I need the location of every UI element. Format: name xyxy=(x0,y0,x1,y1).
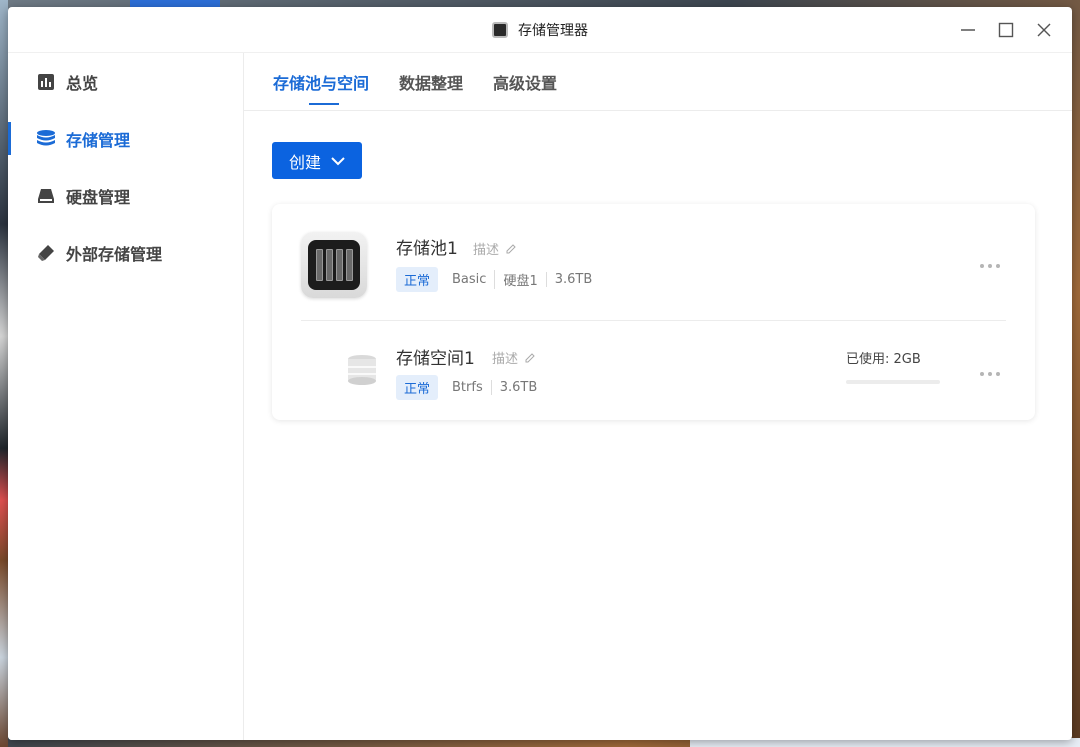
space-description-label: 描述 xyxy=(492,352,519,367)
space-more-button[interactable] xyxy=(980,368,1004,380)
window-title-group: 存储管理器 xyxy=(492,20,588,40)
edit-icon xyxy=(525,352,535,362)
close-button[interactable] xyxy=(1034,17,1054,43)
tab-defragment[interactable]: 数据整理 xyxy=(399,53,463,111)
divider xyxy=(301,320,1006,321)
sidebar: 总览 存储管理 硬盘管理 外部存储管理 xyxy=(8,53,244,740)
storage-pool-card: 存储池1 描述 正常 Basic 硬盘1 3.6TB 存储空间1 描述 正常 B… xyxy=(272,204,1035,420)
storage-space-icon xyxy=(346,354,378,386)
space-meta: 正常 Btrfs 3.6TB xyxy=(396,375,545,400)
pool-description-edit[interactable]: 描述 xyxy=(473,239,517,258)
tab-bar: 存储池与空间 数据整理 高级设置 xyxy=(244,53,1072,111)
edit-icon xyxy=(506,243,516,253)
maximize-button[interactable] xyxy=(996,17,1016,43)
sidebar-item-storage[interactable]: 存储管理 xyxy=(8,110,243,167)
sidebar-item-label: 总览 xyxy=(66,73,99,93)
chart-icon xyxy=(36,72,56,92)
status-badge: 正常 xyxy=(396,375,439,400)
tab-pools-and-spaces[interactable]: 存储池与空间 xyxy=(273,53,369,111)
space-usage-label: 已使用: 2GB xyxy=(846,352,921,367)
storage-pool-icon xyxy=(301,232,367,298)
usb-drive-icon xyxy=(36,243,56,263)
sidebar-item-label: 存储管理 xyxy=(66,130,131,150)
space-size: 3.6TB xyxy=(490,380,546,395)
pool-meta: 正常 Basic 硬盘1 3.6TB xyxy=(396,267,600,292)
chevron-down-icon xyxy=(331,156,345,165)
sidebar-item-disks[interactable]: 硬盘管理 xyxy=(8,167,243,224)
space-name: 存储空间1 xyxy=(396,349,475,369)
close-icon xyxy=(1037,23,1051,37)
minimize-icon xyxy=(961,29,975,31)
pool-size: 3.6TB xyxy=(545,272,601,287)
title-bar[interactable]: 存储管理器 xyxy=(8,7,1072,53)
pool-disks: 硬盘1 xyxy=(494,270,545,289)
space-description-edit[interactable]: 描述 xyxy=(492,348,536,367)
space-usage-bar xyxy=(846,380,940,384)
minimize-button[interactable] xyxy=(958,17,978,43)
sidebar-item-external-storage[interactable]: 外部存储管理 xyxy=(8,224,243,281)
tab-advanced-settings[interactable]: 高级设置 xyxy=(493,53,557,111)
window-controls xyxy=(958,17,1054,43)
sidebar-item-label: 硬盘管理 xyxy=(66,187,131,207)
maximize-icon xyxy=(998,22,1014,38)
pool-more-button[interactable] xyxy=(980,260,1004,272)
create-button-label: 创建 xyxy=(288,152,321,172)
app-icon xyxy=(492,21,508,38)
watermark-text: 什么值得买 xyxy=(942,711,1042,736)
sidebar-item-label: 外部存储管理 xyxy=(66,244,163,264)
watermark-logo-icon: 值 xyxy=(910,709,936,735)
desktop-background-edge xyxy=(0,0,8,747)
sidebar-item-overview[interactable]: 总览 xyxy=(8,53,243,110)
create-button[interactable]: 创建 xyxy=(272,142,362,179)
watermark: 值 什么值得买 xyxy=(910,707,1070,737)
status-badge: 正常 xyxy=(396,267,439,292)
storage-manager-window: 存储管理器 总览 存储管理 硬盘管理 外部存储管理 存储池与空间 数据整理 高级… xyxy=(8,7,1072,740)
main-content: 存储池与空间 数据整理 高级设置 创建 存储池1 描述 正常 Basic 硬盘1… xyxy=(244,53,1072,740)
disk-icon xyxy=(36,186,56,206)
pool-raid-type: Basic xyxy=(452,272,487,287)
pool-description-label: 描述 xyxy=(473,243,500,258)
pool-name: 存储池1 xyxy=(396,239,458,259)
database-icon xyxy=(36,129,56,149)
window-title: 存储管理器 xyxy=(518,22,588,39)
space-filesystem: Btrfs xyxy=(452,380,483,395)
desktop-taskbar-fragment xyxy=(130,0,220,7)
